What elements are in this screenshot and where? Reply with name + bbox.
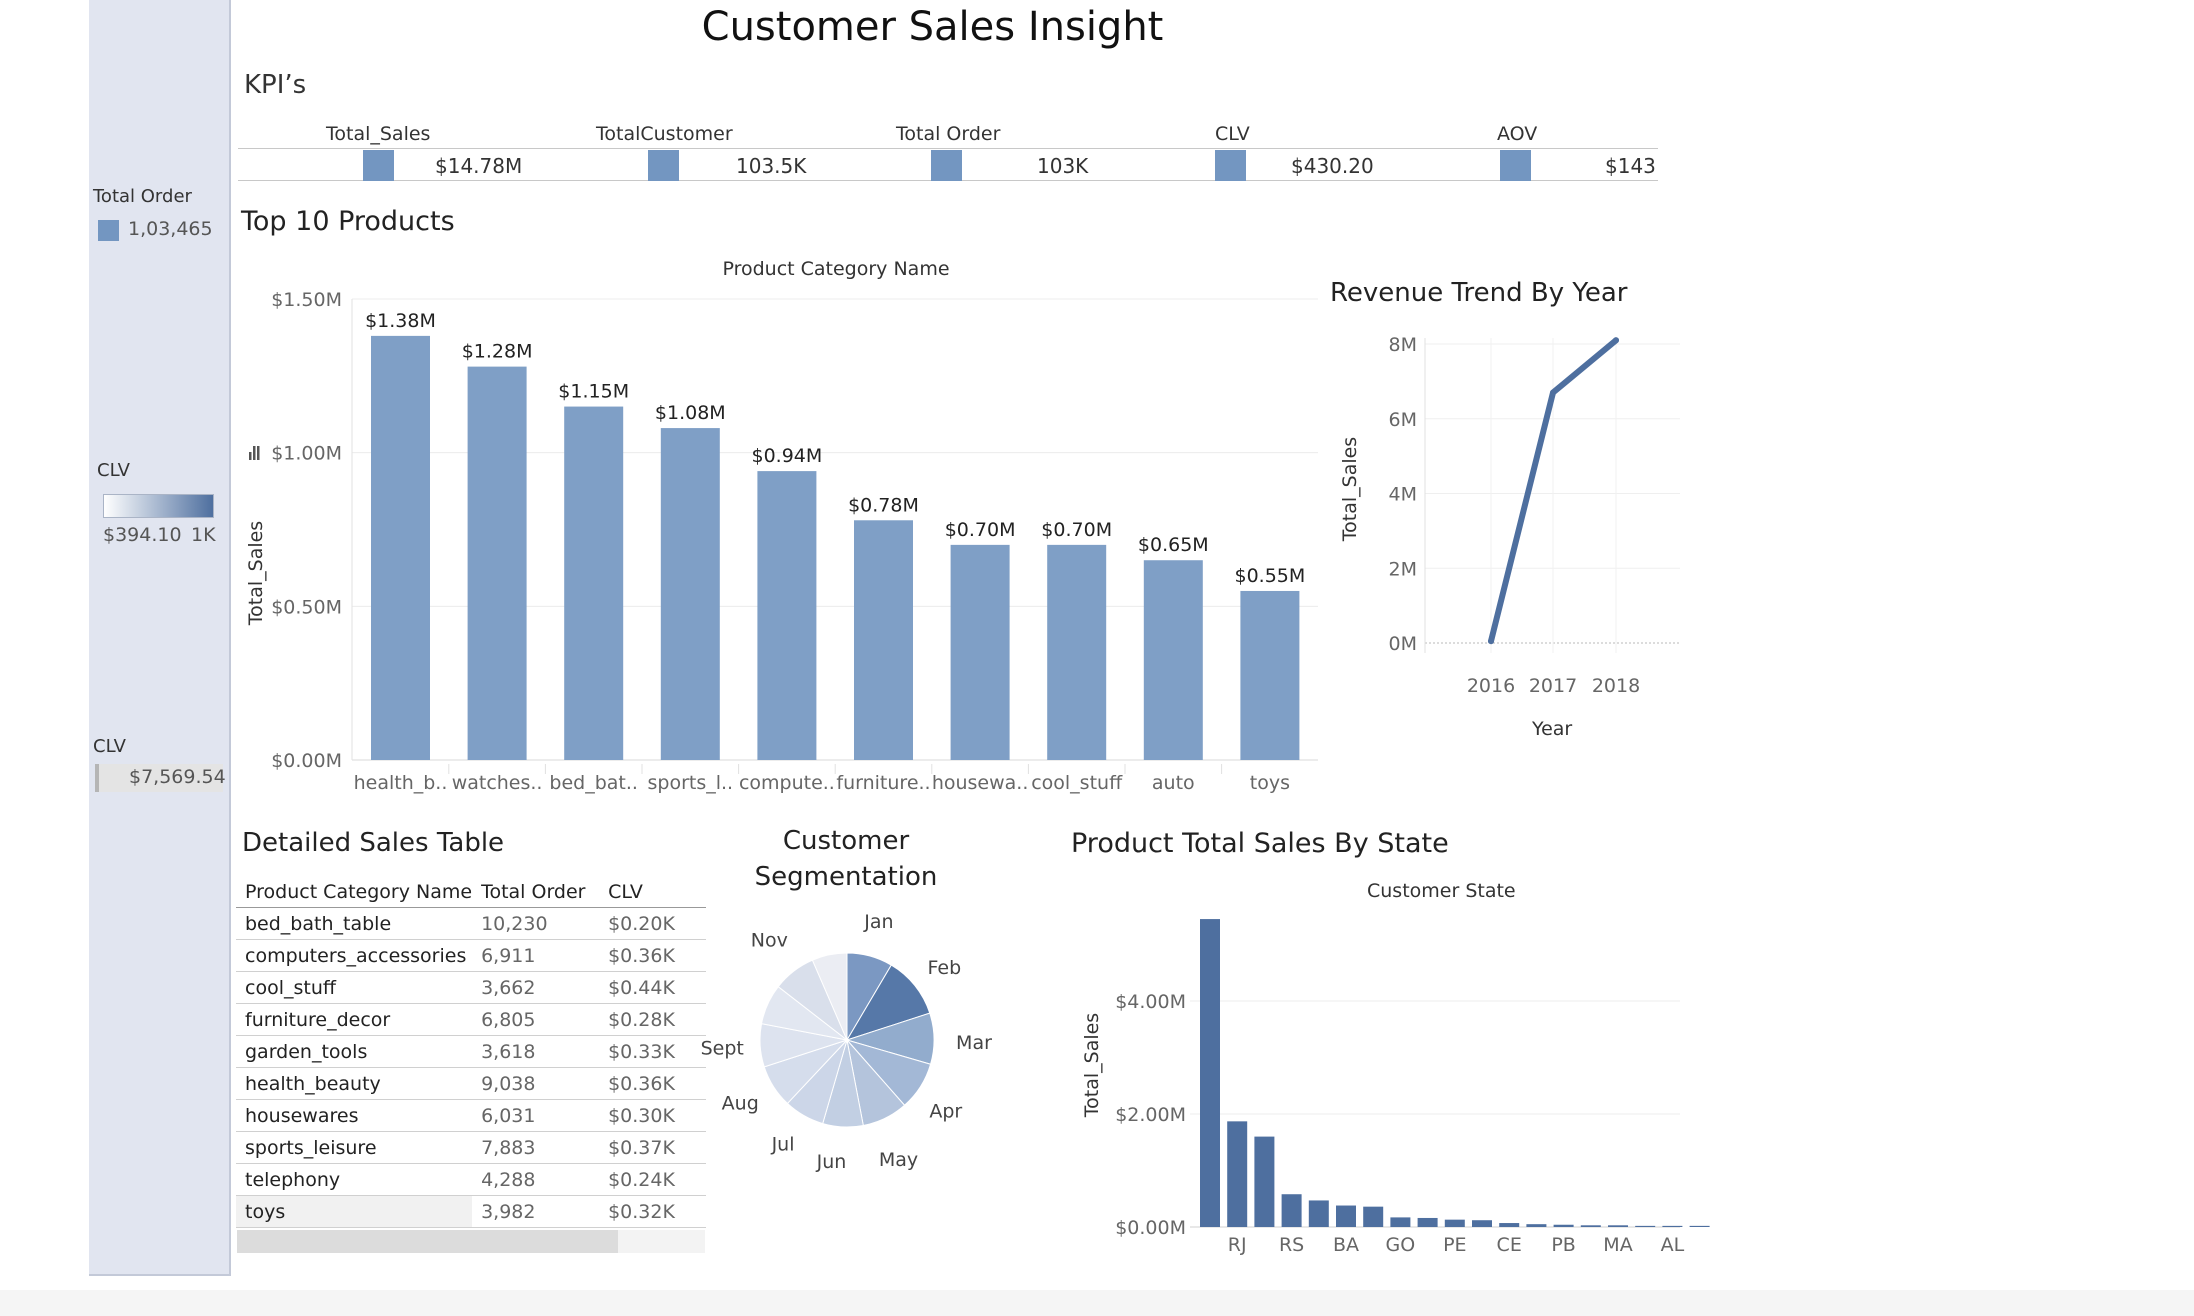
bar xyxy=(1363,1206,1384,1227)
x-tick-label: PB xyxy=(1551,1234,1576,1256)
bar xyxy=(1635,1225,1656,1227)
bar xyxy=(1200,919,1220,1227)
x-tick-label: MA xyxy=(1603,1234,1632,1256)
y-tick-label: $4.00M xyxy=(1115,991,1186,1013)
x-tick-label: CE xyxy=(1497,1234,1522,1256)
bar xyxy=(1526,1224,1547,1227)
bar xyxy=(1444,1219,1465,1227)
y-tick-label: $0.00M xyxy=(1115,1217,1186,1239)
x-tick-label: AL xyxy=(1661,1234,1685,1256)
bar xyxy=(1662,1225,1683,1227)
x-tick-label: RJ xyxy=(1228,1234,1247,1256)
x-tick-label: RS xyxy=(1279,1234,1304,1256)
bar xyxy=(1417,1217,1438,1227)
state-sales-chart: $0.00M $2.00M $4.00M RJ RS BA GO PE CE PB MA AL xyxy=(1115,919,1710,1256)
bar xyxy=(1499,1223,1520,1227)
bar xyxy=(1254,1136,1275,1227)
y-tick-label: $2.00M xyxy=(1115,1104,1186,1126)
bar xyxy=(1227,1121,1248,1227)
bar xyxy=(1580,1225,1601,1227)
bar xyxy=(1308,1200,1329,1227)
bar xyxy=(1689,1225,1710,1227)
bar xyxy=(1336,1205,1356,1227)
bar xyxy=(1608,1225,1628,1227)
bar xyxy=(1553,1224,1574,1227)
bar xyxy=(1390,1217,1411,1227)
bar xyxy=(1281,1194,1302,1227)
x-tick-label: GO xyxy=(1386,1234,1416,1256)
x-tick-label: PE xyxy=(1443,1234,1466,1256)
bar xyxy=(1472,1220,1492,1227)
x-tick-label: BA xyxy=(1333,1234,1359,1256)
